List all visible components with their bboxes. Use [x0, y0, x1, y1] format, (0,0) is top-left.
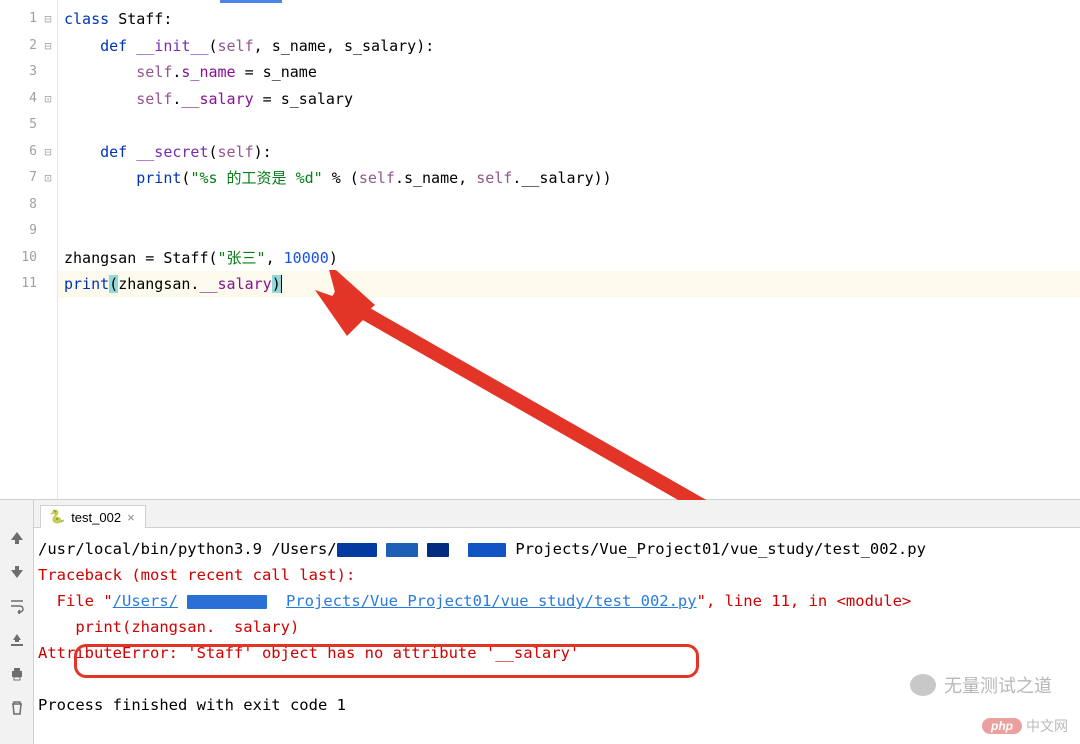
exit-message: Process finished with exit code 1: [38, 696, 346, 714]
code-line: [64, 112, 1080, 139]
fold-icon[interactable]: ⊟: [39, 6, 57, 33]
code-line: [64, 218, 1080, 245]
code-area[interactable]: class Staff: def __init__(self, s_name, …: [58, 0, 1080, 499]
scroll-end-icon[interactable]: [9, 632, 25, 648]
error-message: AttributeError: 'Staff' object has no at…: [38, 644, 579, 662]
line-number[interactable]: 6⊟: [0, 139, 57, 166]
php-badge: php 中文网: [982, 716, 1068, 736]
code-line: [64, 192, 1080, 219]
line-number[interactable]: 3: [0, 59, 57, 86]
code-line: print("%s 的工资是 %d" % (self.s_name, self.…: [64, 165, 1080, 192]
code-line: self.__salary = s_salary: [64, 86, 1080, 113]
gutter[interactable]: 1⊟ 2⊟ 3 4⊡ 5 6⊟ 7⊡ 8 9 10 11: [0, 0, 58, 499]
trash-icon[interactable]: [9, 700, 25, 716]
code-line: zhangsan = Staff("张三", 10000): [64, 245, 1080, 272]
line-number[interactable]: 4⊡: [0, 86, 57, 113]
fold-icon[interactable]: ⊟: [39, 139, 57, 166]
line-number[interactable]: 8: [0, 192, 57, 219]
fold-icon[interactable]: ⊟: [39, 33, 57, 60]
close-icon[interactable]: ×: [127, 510, 135, 525]
code-line: def __secret(self):: [64, 139, 1080, 166]
rerun-up-icon[interactable]: [9, 530, 25, 546]
run-tab[interactable]: 🐍 test_002 ×: [40, 505, 146, 528]
run-tab-label: test_002: [71, 510, 121, 525]
python-icon: 🐍: [49, 509, 65, 525]
redacted: [337, 543, 377, 557]
line-number[interactable]: 2⊟: [0, 33, 57, 60]
redacted: [386, 543, 418, 557]
run-tab-bar: 🐍 test_002 ×: [34, 500, 1080, 528]
redacted: [468, 543, 506, 557]
code-line-current: print(zhangsan.__salary): [58, 271, 1080, 298]
line-number[interactable]: 10: [0, 245, 57, 272]
rerun-down-icon[interactable]: [9, 564, 25, 580]
soft-wrap-icon[interactable]: [9, 598, 25, 614]
fold-end-icon: ⊡: [39, 165, 57, 192]
line-number[interactable]: 1⊟: [0, 6, 57, 33]
line-number[interactable]: 5: [0, 112, 57, 139]
editor-area: 1⊟ 2⊟ 3 4⊡ 5 6⊟ 7⊡ 8 9 10 11 class Staff…: [0, 0, 1080, 500]
run-panel: 🐍 test_002 × /usr/local/bin/python3.9 /U…: [0, 500, 1080, 744]
code-line: def __init__(self, s_name, s_salary):: [64, 33, 1080, 60]
redacted: [187, 595, 267, 609]
code-line: class Staff:: [64, 6, 1080, 33]
redacted: [427, 543, 449, 557]
code-line: self.s_name = s_name: [64, 59, 1080, 86]
line-number[interactable]: 7⊡: [0, 165, 57, 192]
line-number[interactable]: 9: [0, 218, 57, 245]
line-number[interactable]: 11: [0, 271, 57, 298]
run-content: 🐍 test_002 × /usr/local/bin/python3.9 /U…: [34, 500, 1080, 744]
fold-end-icon: ⊡: [39, 86, 57, 113]
run-toolbar: [0, 500, 34, 744]
console-output[interactable]: /usr/local/bin/python3.9 /Users/ Project…: [34, 528, 1080, 726]
print-icon[interactable]: [9, 666, 25, 682]
caret: [281, 275, 282, 293]
